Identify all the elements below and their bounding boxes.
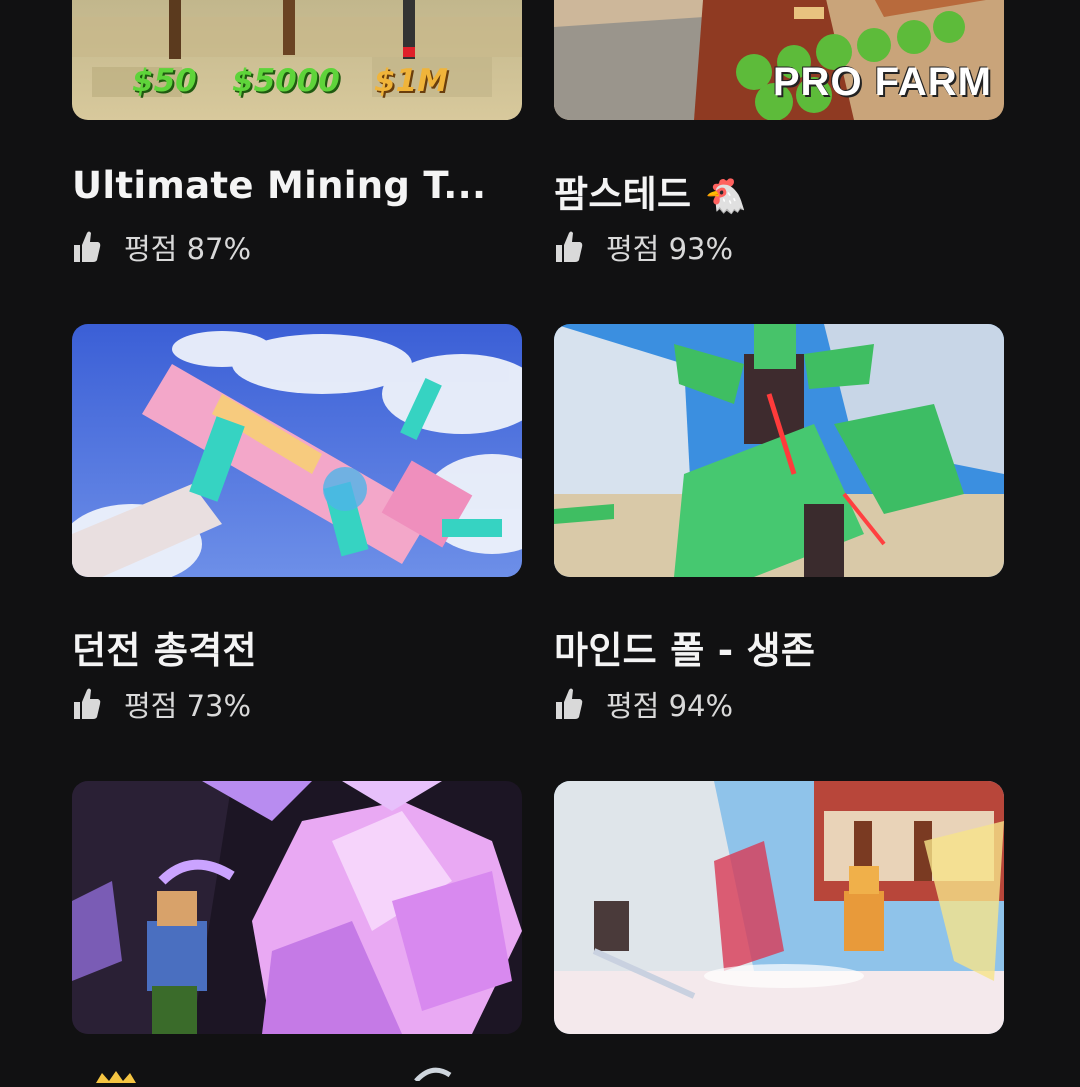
thumbs-up-icon [556, 688, 583, 719]
game-card-mind-fall[interactable]: 마인드 폴 - 생존 평점 94% [554, 324, 1004, 723]
game-card-crystal-mine[interactable] [72, 781, 522, 1034]
thumb-title-text: PRO FARM [772, 60, 992, 104]
game-card-sword-battle[interactable] [554, 781, 1004, 1034]
thumbs-up-icon [556, 231, 583, 262]
game-thumbnail[interactable]: PRO FARM [554, 0, 1004, 120]
game-title[interactable]: 팜스테드 🐔 [554, 164, 747, 218]
chicken-emoji-icon: 🐔 [704, 176, 748, 217]
crown-icon [96, 1068, 136, 1083]
price-label-low: $50 [132, 63, 197, 99]
game-rating: 평점 87% [72, 227, 251, 267]
game-card-farmstead[interactable]: PRO FARM 팜스테드 🐔 평점 93% [554, 0, 1004, 266]
game-rating: 평점 73% [72, 684, 251, 724]
rating-text: 평점 73% [124, 689, 252, 723]
thumbs-up-icon [74, 688, 101, 719]
game-thumbnail[interactable] [554, 324, 1004, 577]
game-rating: 평점 94% [554, 684, 733, 724]
game-title[interactable]: 던전 총격전 [72, 620, 257, 674]
rating-text: 평점 87% [124, 232, 252, 266]
game-thumbnail[interactable]: $50 $5000 $1M [72, 0, 522, 120]
price-label-high: $1M [374, 63, 448, 99]
game-title-text: 팜스테드 [554, 173, 692, 216]
game-rating: 평점 93% [554, 227, 733, 267]
price-label-mid: $5000 [232, 63, 340, 99]
rating-text: 평점 93% [606, 232, 734, 266]
game-thumbnail[interactable] [72, 781, 522, 1034]
game-card-ultimate-mining[interactable]: $50 $5000 $1M Ultimate Mining T... 평점 87… [72, 0, 522, 266]
game-thumbnail[interactable] [72, 324, 522, 577]
game-title[interactable]: Ultimate Mining T... [72, 164, 486, 207]
pickaxe-icon [412, 1066, 452, 1083]
rating-text: 평점 94% [606, 689, 734, 723]
game-title[interactable]: 마인드 폴 - 생존 [554, 620, 815, 674]
game-thumbnail[interactable] [554, 781, 1004, 1034]
thumbs-up-icon [74, 231, 101, 262]
game-card-dungeon-shootout[interactable]: 던전 총격전 평점 73% [72, 324, 522, 723]
